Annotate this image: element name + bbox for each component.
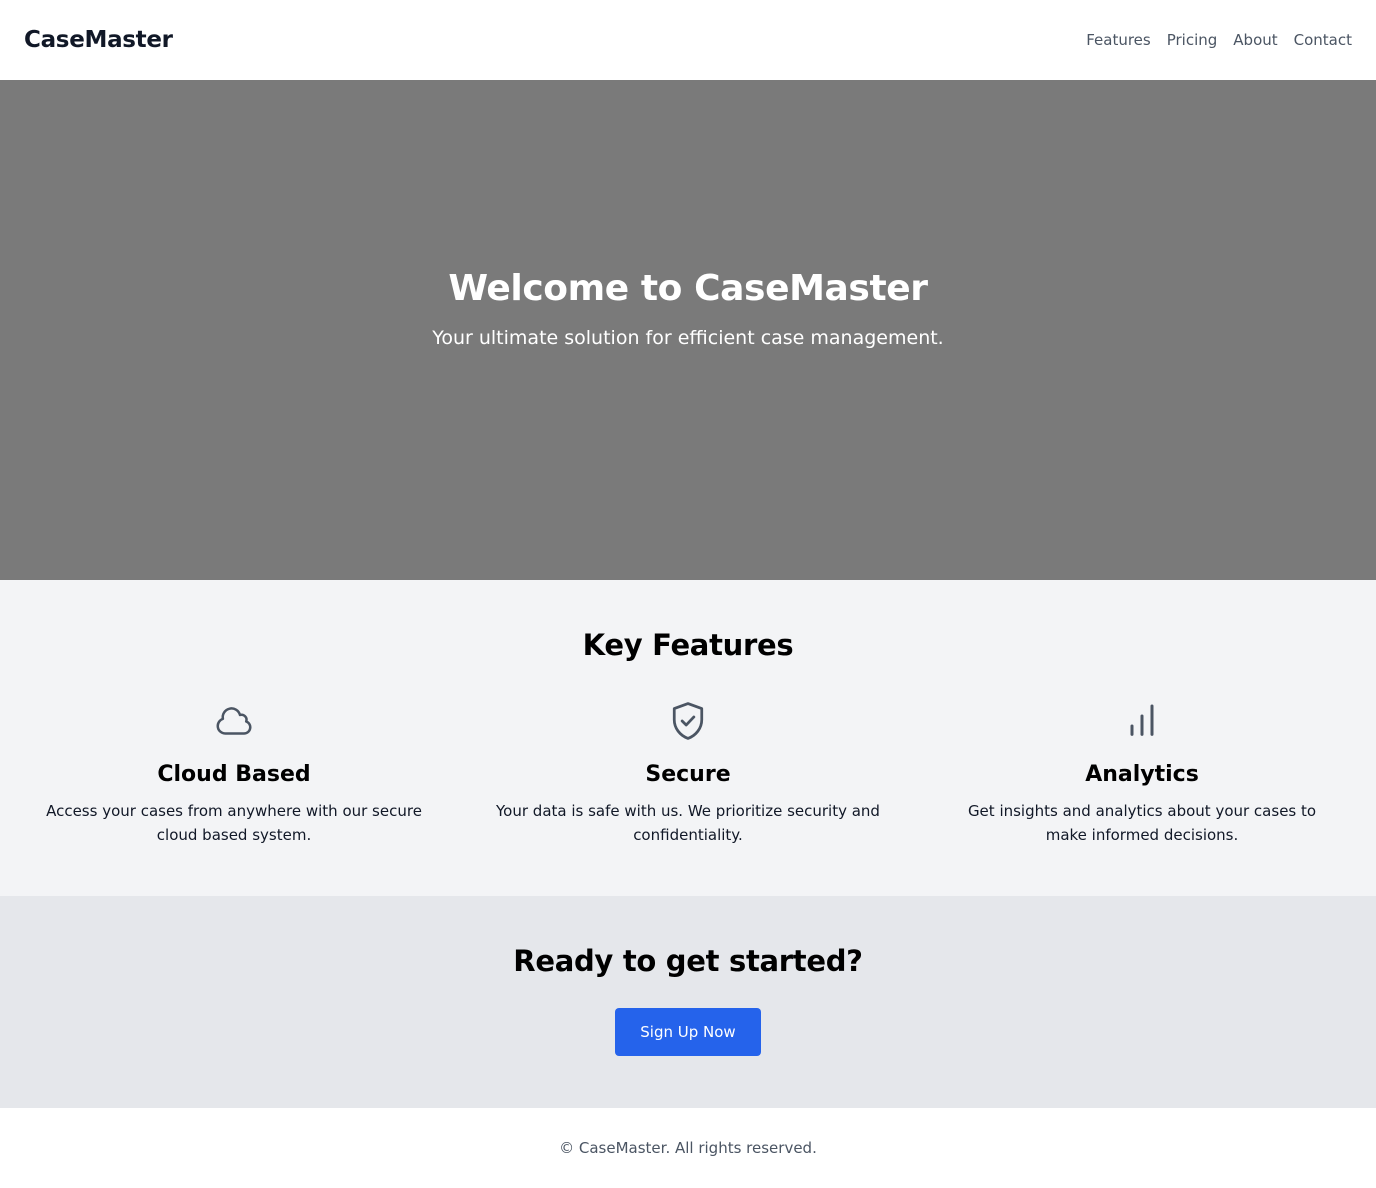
footer: © CaseMaster. All rights reserved.: [0, 1108, 1376, 1188]
cloud-icon: [24, 698, 444, 744]
footer-copyright: © CaseMaster. All rights reserved.: [559, 1139, 817, 1157]
feature-title: Secure: [645, 762, 731, 787]
nav-link-features[interactable]: Features: [1086, 31, 1151, 49]
cta-title: Ready to get started?: [513, 944, 863, 978]
features-section: Key Features Cloud Based Access your cas…: [0, 580, 1376, 896]
feature-description: Access your cases from anywhere with our…: [46, 802, 422, 844]
hero-title: Welcome to CaseMaster: [448, 267, 928, 309]
navbar: CaseMaster Features Pricing About Contac…: [0, 0, 1376, 80]
feature-title: Cloud Based: [157, 762, 311, 787]
feature-description: Get insights and analytics about your ca…: [967, 802, 1317, 844]
hero-subtitle: Your ultimate solution for efficient cas…: [432, 326, 944, 349]
brand-logo[interactable]: CaseMaster: [24, 27, 173, 53]
feature-card-cloud: Cloud Based Access your cases from anywh…: [24, 698, 444, 847]
feature-description: Your data is safe with us. We prioritize…: [496, 802, 880, 844]
features-title: Key Features: [582, 628, 794, 662]
hero-section: Welcome to CaseMaster Your ultimate solu…: [0, 80, 1376, 580]
cta-section: Ready to get started? Sign Up Now: [0, 896, 1376, 1108]
feature-card-secure: Secure Your data is safe with us. We pri…: [478, 698, 898, 847]
sign-up-button[interactable]: Sign Up Now: [615, 1008, 761, 1056]
bar-chart-icon: [932, 698, 1352, 744]
shield-check-icon: [478, 698, 898, 744]
nav-link-pricing[interactable]: Pricing: [1167, 31, 1218, 49]
feature-title: Analytics: [1085, 762, 1199, 787]
nav-link-contact[interactable]: Contact: [1294, 31, 1352, 49]
nav-link-about[interactable]: About: [1233, 31, 1277, 49]
feature-grid: Cloud Based Access your cases from anywh…: [0, 698, 1376, 847]
feature-card-analytics: Analytics Get insights and analytics abo…: [932, 698, 1352, 847]
nav-links: Features Pricing About Contact: [1086, 31, 1352, 49]
